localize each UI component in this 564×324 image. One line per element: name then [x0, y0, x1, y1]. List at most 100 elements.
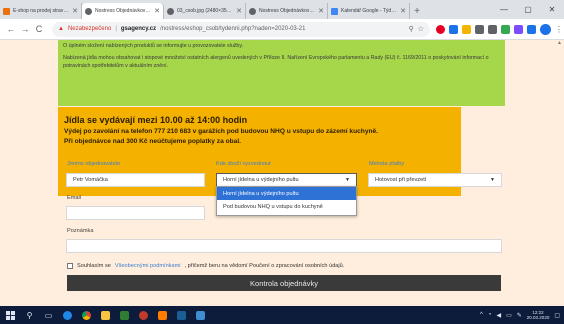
notice-packaging-line: Při objednávce nad 300 Kč neúčtujeme pop…	[64, 138, 241, 145]
windows-taskbar: ⚲ ▭ ^ ◔ ◀ ▭ ✎ 12:22 20.03.2020 ▢	[0, 306, 564, 324]
pickup-dropdown-list: Horní jídelna u výdejního pultu Pod budo…	[216, 186, 357, 216]
note-label: Poznámka	[67, 228, 94, 234]
allergen-info-text: O úplném složení nabízených produktů se …	[63, 43, 244, 49]
clock-date: 20.03.2020	[526, 315, 550, 320]
notice-title: Jídla se vydávají mezi 10.00 až 14:00 ho…	[64, 115, 248, 125]
window-controls: — ▢ ✕	[492, 0, 564, 19]
url-separator: |	[115, 26, 117, 32]
url-path: /nostress/eshop_csob/tydenni.php?naden=2…	[160, 26, 306, 32]
close-tab-icon[interactable]: ✕	[72, 7, 78, 15]
extension-icon[interactable]	[475, 24, 484, 34]
payment-select[interactable]: Hotovost při převzetí ▼	[368, 173, 502, 187]
menu-kebab-icon[interactable]: ⋮	[555, 25, 563, 34]
name-label: Jméno objednavatele	[67, 161, 121, 167]
browser-tab[interactable]: Kalendář Google - Týden o ✕	[328, 3, 410, 19]
chevron-down-icon: ▼	[345, 177, 350, 183]
extension-icon[interactable]	[449, 24, 458, 34]
extension-icon[interactable]	[488, 24, 497, 34]
browser-tab[interactable]: Nostress Objednávkový sy ✕	[246, 3, 328, 19]
app-icon[interactable]	[118, 309, 131, 322]
url-bar[interactable]: ▲ Nezabezpečeno | gsagency.cz/nostress/e…	[52, 21, 430, 37]
tab-title: Nostress Objednávkový sy	[95, 8, 152, 14]
close-tab-icon[interactable]: ✕	[236, 7, 242, 15]
app-icon[interactable]	[194, 309, 207, 322]
pickup-option[interactable]: Horní jídelna u výdejního pultu	[217, 187, 356, 200]
email-label: Email	[67, 195, 81, 201]
app-icon[interactable]	[137, 309, 150, 322]
close-tab-icon[interactable]: ✕	[154, 7, 160, 15]
consent-prefix: Souhlasím se	[77, 263, 111, 269]
tab-favicon-icon	[331, 7, 338, 15]
browser-tab-strip: E-shop na prodej stravy a n ✕ Nostress Ob…	[0, 0, 564, 19]
review-order-button[interactable]: Kontrola objednávky	[67, 275, 501, 291]
security-status[interactable]: Nezabezpečeno	[68, 26, 111, 32]
tab-favicon-icon	[249, 7, 256, 15]
minimize-button[interactable]: —	[492, 0, 516, 19]
scrollbar-up-icon[interactable]: ▲	[557, 40, 562, 46]
payment-select-value: Hotovost při převzetí	[375, 177, 427, 183]
url-host: gsagency.cz	[120, 26, 157, 32]
extensions-area: ⋮	[436, 23, 563, 35]
email-field[interactable]	[66, 206, 205, 220]
maximize-button[interactable]: ▢	[516, 0, 540, 19]
task-view-icon[interactable]: ▭	[42, 309, 55, 322]
allergen-info-text: Nabízená jídla mohou obsahovat i stopové…	[63, 55, 489, 69]
network-icon[interactable]: ◔	[488, 312, 492, 318]
consent-row: Souhlasím se Všeobecnými podmínkami, při…	[67, 263, 344, 269]
bookmark-star-icon[interactable]: ☆	[418, 25, 424, 33]
chrome-browser-icon[interactable]	[80, 309, 93, 322]
pinterest-extension-icon[interactable]	[436, 24, 445, 34]
extension-icon[interactable]	[514, 24, 523, 34]
close-window-button[interactable]: ✕	[540, 0, 564, 19]
windows-start-icon[interactable]	[4, 309, 17, 322]
tab-favicon-icon	[85, 7, 92, 15]
notice-phone-line: Výdej po zavolání na telefon 777 210 683…	[64, 128, 379, 135]
search-icon[interactable]: ⚲	[409, 25, 414, 33]
system-tray: ^ ◔ ◀ ▭ ✎ 12:22 20.03.2020 ▢	[480, 310, 560, 321]
extension-icon[interactable]	[462, 24, 471, 34]
system-clock[interactable]: 12:22 20.03.2020	[527, 310, 550, 321]
browser-tab-active[interactable]: Nostress Objednávkový sy ✕	[82, 3, 164, 19]
tab-title: Nostress Objednávkový sy	[259, 8, 316, 14]
photoshop-icon[interactable]	[175, 309, 188, 322]
chevron-down-icon: ▼	[490, 177, 495, 183]
pickup-label: Kde zboží vyzvednout	[216, 161, 271, 167]
language-icon[interactable]: ✎	[517, 312, 522, 319]
extension-icon[interactable]	[527, 24, 536, 34]
illustrator-icon[interactable]	[156, 309, 169, 322]
terms-link[interactable]: Všeobecnými podmínkami	[115, 263, 181, 269]
tab-favicon-icon	[167, 7, 174, 15]
pickup-select-value: Horní jídelna u výdejního pultu	[223, 177, 299, 183]
tab-title: Kalendář Google - Týden o	[341, 8, 398, 14]
edge-browser-icon[interactable]	[61, 309, 74, 322]
volume-icon[interactable]: ◀	[496, 312, 501, 319]
warning-icon[interactable]: ▲	[58, 26, 64, 32]
extension-icon[interactable]	[501, 24, 510, 34]
new-tab-button[interactable]: +	[410, 3, 424, 19]
browser-tab[interactable]: 03_csob.jpg (2480×3508) ✕	[164, 3, 246, 19]
search-icon[interactable]: ⚲	[23, 309, 36, 322]
profile-avatar[interactable]	[540, 23, 551, 35]
notification-icon[interactable]: ▢	[554, 312, 560, 319]
tray-expand-icon[interactable]: ^	[480, 312, 483, 318]
pickup-select[interactable]: Horní jídelna u výdejního pultu ▼	[216, 173, 357, 187]
tab-title: E-shop na prodej stravy a n	[13, 8, 70, 14]
forward-button[interactable]: →	[18, 24, 32, 34]
payment-label: Metoda platby	[369, 161, 405, 167]
allergen-info-box: O úplném složení nabízených produktů se …	[58, 40, 505, 106]
consent-suffix: , přičemž beru na vědomí Poučení o zprac…	[184, 263, 345, 269]
pickup-option[interactable]: Pod budovou NHQ u vstupu do kuchyně	[217, 200, 356, 213]
close-tab-icon[interactable]: ✕	[400, 7, 406, 15]
close-tab-icon[interactable]: ✕	[318, 7, 324, 15]
note-field[interactable]	[66, 239, 502, 253]
reload-button[interactable]: C	[32, 24, 46, 34]
battery-icon[interactable]: ▭	[506, 312, 512, 319]
tab-title: 03_csob.jpg (2480×3508)	[177, 8, 234, 14]
page-content: O úplném složení nabízených produktů se …	[0, 40, 564, 306]
browser-tab[interactable]: E-shop na prodej stravy a n ✕	[0, 3, 82, 19]
tab-favicon-icon	[3, 7, 10, 15]
back-button[interactable]: ←	[4, 24, 18, 34]
consent-checkbox[interactable]	[67, 263, 73, 269]
name-field[interactable]: Petr Vomáčka	[66, 173, 205, 187]
file-explorer-icon[interactable]	[99, 309, 112, 322]
